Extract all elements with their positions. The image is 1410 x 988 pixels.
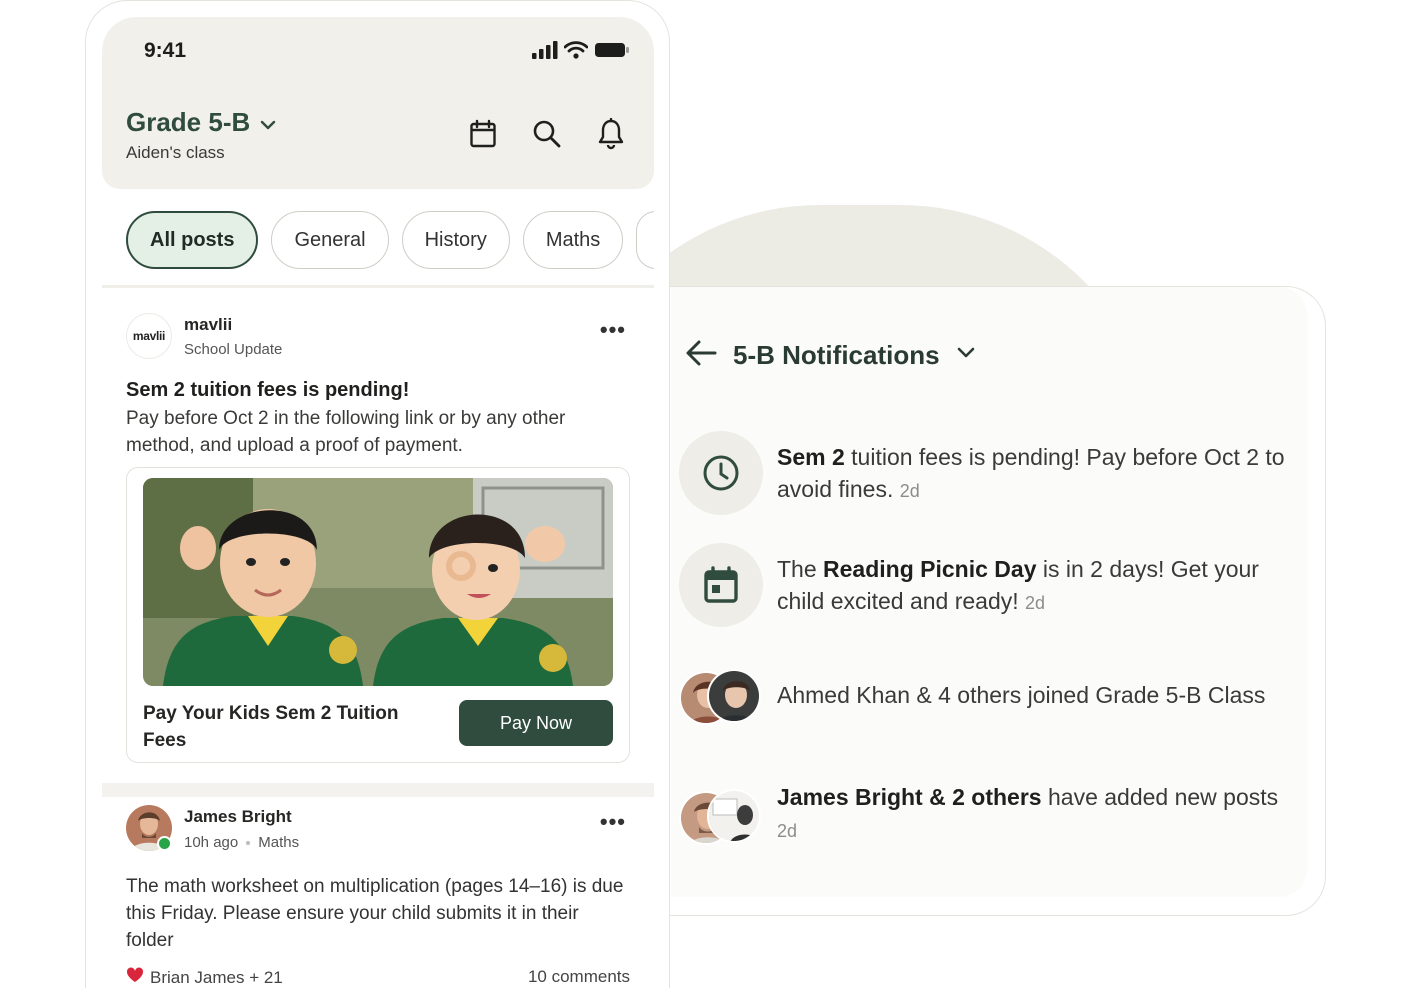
notification-text: Sem 2 tuition fees is pending! Pay befor… bbox=[777, 444, 1285, 502]
likes[interactable]: Brian James + 21 bbox=[126, 967, 283, 988]
notification-time: 2d bbox=[777, 821, 798, 841]
back-arrow-icon[interactable] bbox=[685, 339, 717, 372]
notifications-panel: 5-B Notifications Sem 2 tuition fees is … bbox=[560, 286, 1326, 916]
comments-count[interactable]: 10 comments bbox=[528, 967, 630, 988]
notification-text: The Reading Picnic Day is in 2 days! Get… bbox=[777, 556, 1259, 614]
students-photo bbox=[143, 478, 613, 686]
notification-text: James Bright & 2 others have added new p… bbox=[777, 784, 1279, 841]
wifi-icon bbox=[563, 41, 589, 64]
post-footer: Brian James + 21 10 comments bbox=[126, 967, 630, 988]
post-author[interactable]: mavlii bbox=[184, 315, 232, 335]
filter-tabs: All posts General History Maths bbox=[126, 211, 654, 269]
chevron-down-icon[interactable] bbox=[956, 346, 976, 365]
post-title: Sem 2 tuition fees is pending! bbox=[126, 379, 410, 401]
avatar-stack bbox=[679, 669, 769, 729]
tab-history[interactable]: History bbox=[401, 211, 510, 269]
post-school-update: mavlii mavlii School Update ••• Sem 2 tu… bbox=[102, 289, 654, 783]
bell-icon[interactable] bbox=[594, 117, 628, 151]
status-time: 9:41 bbox=[144, 39, 187, 62]
status-icons bbox=[532, 41, 630, 64]
class-name: Grade 5-B bbox=[126, 107, 251, 137]
notifications-title: 5-B Notifications bbox=[733, 340, 940, 370]
top-actions bbox=[466, 117, 628, 151]
notification-time: 2d bbox=[899, 481, 920, 501]
post-subject: Maths bbox=[258, 834, 300, 851]
class-subtitle: Aiden's class bbox=[126, 143, 225, 162]
post-separator bbox=[102, 783, 654, 797]
online-status-dot bbox=[157, 836, 172, 851]
post-subtitle: School Update bbox=[184, 341, 283, 358]
class-selector[interactable]: Grade 5-B bbox=[126, 107, 276, 138]
divider bbox=[102, 285, 654, 288]
battery-icon bbox=[594, 41, 630, 64]
post-meta: 10h ago Maths bbox=[184, 834, 299, 851]
search-icon[interactable] bbox=[530, 117, 564, 151]
phone-screen: 9:41 Grade 5-B Aiden's class All posts G… bbox=[102, 17, 654, 988]
chevron-down-icon bbox=[260, 107, 276, 138]
more-options-icon[interactable]: ••• bbox=[600, 809, 626, 835]
tab-general[interactable]: General bbox=[271, 211, 389, 269]
pay-now-button[interactable]: Pay Now bbox=[459, 700, 613, 746]
notification-time: 2d bbox=[1025, 593, 1046, 613]
post-body: The math worksheet on multiplication (pa… bbox=[126, 876, 624, 951]
post-author[interactable]: James Bright bbox=[184, 807, 292, 827]
tab-partial[interactable] bbox=[636, 211, 654, 269]
separator-dot bbox=[246, 840, 251, 845]
school-logo: mavlii bbox=[126, 313, 172, 359]
post-body: Pay before Oct 2 in the following link o… bbox=[126, 408, 566, 456]
likes-text: Brian James + 21 bbox=[150, 967, 283, 987]
heart-icon bbox=[126, 967, 144, 988]
post-math-worksheet: James Bright 10h ago Maths ••• The math … bbox=[102, 797, 654, 988]
avatar bbox=[707, 789, 761, 843]
payment-card: Pay Your Kids Sem 2 Tuition Fees Pay Now bbox=[126, 467, 630, 763]
phone-frame: 9:41 Grade 5-B Aiden's class All posts G… bbox=[85, 0, 670, 988]
post-time: 10h ago bbox=[184, 834, 239, 851]
calendar-icon bbox=[679, 543, 763, 627]
card-title: Pay Your Kids Sem 2 Tuition Fees bbox=[143, 703, 399, 751]
tab-all-posts[interactable]: All posts bbox=[126, 211, 259, 269]
more-options-icon[interactable]: ••• bbox=[600, 317, 626, 343]
notification-text: Ahmed Khan & 4 others joined Grade 5-B C… bbox=[777, 682, 1266, 708]
avatar bbox=[707, 669, 761, 723]
clock-icon bbox=[679, 431, 763, 515]
top-bar: 9:41 Grade 5-B Aiden's class bbox=[102, 17, 654, 189]
signal-icon bbox=[532, 41, 558, 64]
tab-maths[interactable]: Maths bbox=[522, 211, 624, 269]
notifications-header: 5-B Notifications bbox=[685, 339, 976, 372]
calendar-icon[interactable] bbox=[466, 117, 500, 151]
avatar-stack bbox=[679, 789, 769, 849]
